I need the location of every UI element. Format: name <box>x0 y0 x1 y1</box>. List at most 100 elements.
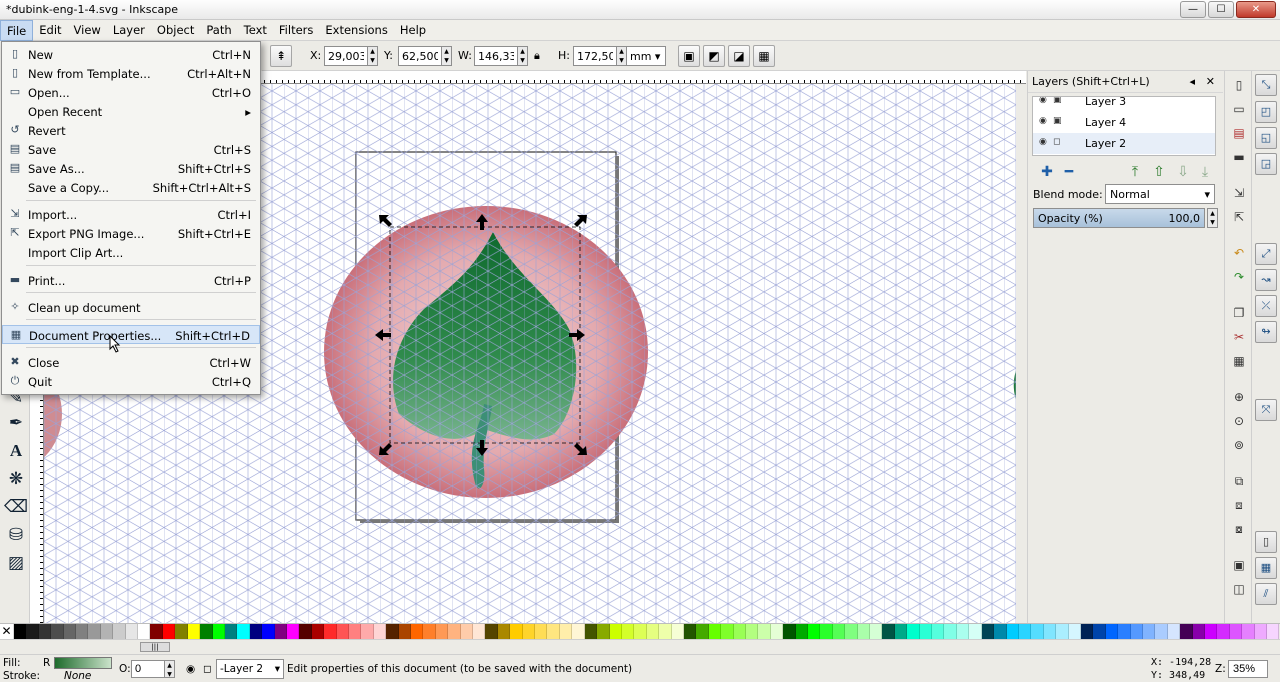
lock-icon[interactable]: ▣ <box>1053 97 1062 105</box>
color-swatch[interactable] <box>14 624 27 640</box>
w-spinner[interactable]: ▲ ▼ <box>517 46 528 66</box>
color-swatch[interactable] <box>1105 624 1119 640</box>
color-swatch[interactable] <box>138 624 151 640</box>
pen-tool-icon[interactable]: ✒ <box>4 411 28 435</box>
raise-layer-to-top-icon[interactable]: ⤒ <box>1126 163 1144 181</box>
color-swatch[interactable] <box>187 624 201 640</box>
import-icon[interactable]: ⇲ <box>1229 183 1249 203</box>
file-menu-item[interactable]: ▤ Save Ctrl+S <box>2 140 260 159</box>
y-spinner[interactable]: ▲ ▼ <box>441 46 452 66</box>
close-window-button[interactable]: ✕ <box>1236 1 1276 18</box>
layer-row[interactable]: ◉ ◻ Layer 2 <box>1033 133 1215 154</box>
color-swatch[interactable] <box>1180 624 1193 640</box>
color-swatch[interactable] <box>758 624 771 640</box>
color-swatch[interactable] <box>584 624 598 640</box>
clone-icon[interactable]: ⧈ <box>1229 495 1249 515</box>
color-swatch[interactable] <box>224 624 238 640</box>
fill-swatch[interactable] <box>54 657 112 669</box>
opacity-spinner[interactable]: ▲ ▼ <box>1207 208 1218 228</box>
move-patterns-icon[interactable]: ▦ <box>753 45 775 67</box>
color-swatch[interactable] <box>1205 624 1218 640</box>
horizontal-scrollbar[interactable]: ||| <box>0 639 1280 654</box>
color-swatch[interactable] <box>535 624 548 640</box>
raise-to-top-icon[interactable]: ⇞ <box>270 45 292 67</box>
group-icon[interactable]: ▣ <box>1229 555 1249 575</box>
color-swatch[interactable] <box>175 624 188 640</box>
eye-icon[interactable]: ◉ <box>1039 116 1047 126</box>
color-swatch[interactable] <box>1192 624 1205 640</box>
zoom-page-icon[interactable]: ⊚ <box>1229 435 1249 455</box>
text-tool-icon[interactable]: A <box>4 439 28 463</box>
snap-intersections-icon[interactable]: ⤫ <box>1255 295 1277 317</box>
layer-row[interactable]: ◉ ▣ Layer 4 <box>1033 112 1215 133</box>
menu-filters[interactable]: Filters <box>273 20 319 41</box>
menu-object[interactable]: Object <box>151 20 200 41</box>
color-swatch[interactable] <box>125 624 139 640</box>
color-swatch[interactable] <box>299 624 312 640</box>
unit-select[interactable]: mm ▾ <box>626 46 666 66</box>
blend-mode-select[interactable]: Normal ▾ <box>1105 184 1215 204</box>
color-swatch[interactable] <box>894 624 908 640</box>
color-swatch[interactable] <box>907 624 920 640</box>
color-swatch[interactable] <box>646 624 660 640</box>
eye-icon[interactable]: ◉ <box>186 663 195 675</box>
menu-extensions[interactable]: Extensions <box>319 20 393 41</box>
color-swatch[interactable] <box>51 624 64 640</box>
color-swatch[interactable] <box>659 624 672 640</box>
ungroup-icon[interactable]: ◫ <box>1229 579 1249 599</box>
file-menu-item[interactable]: ▯ New from Template... Ctrl+Alt+N <box>2 64 260 83</box>
file-menu-item[interactable]: ▬ Print... Ctrl+P <box>2 271 260 290</box>
color-swatch[interactable] <box>386 624 399 640</box>
color-swatch[interactable] <box>745 624 759 640</box>
color-swatch[interactable] <box>262 624 275 640</box>
color-swatch[interactable] <box>1267 624 1280 640</box>
color-swatch[interactable] <box>113 624 126 640</box>
file-menu-item[interactable]: ▦ Document Properties... Shift+Ctrl+D <box>2 325 260 344</box>
color-swatch[interactable] <box>634 624 647 640</box>
color-swatch[interactable] <box>311 624 325 640</box>
h-input[interactable] <box>573 46 617 66</box>
undo-icon[interactable]: ↶ <box>1229 243 1249 263</box>
color-swatch[interactable] <box>1130 624 1143 640</box>
x-spinner[interactable]: ▲ ▼ <box>367 46 378 66</box>
menu-layer[interactable]: Layer <box>107 20 151 41</box>
remove-layer-icon[interactable]: ━ <box>1060 163 1078 181</box>
color-swatch[interactable] <box>423 624 436 640</box>
color-swatch[interactable] <box>1031 624 1044 640</box>
snap-bbox-icon[interactable]: ◰ <box>1255 101 1277 123</box>
color-swatch[interactable] <box>1254 624 1268 640</box>
color-swatch[interactable] <box>969 624 982 640</box>
menu-view[interactable]: View <box>68 20 107 41</box>
color-swatch[interactable] <box>435 624 449 640</box>
color-swatch[interactable] <box>932 624 945 640</box>
color-swatch[interactable] <box>708 624 722 640</box>
lock-proportions-icon[interactable]: 🔒︎ <box>534 49 540 63</box>
color-swatch[interactable] <box>63 624 77 640</box>
color-swatch[interactable] <box>398 624 411 640</box>
color-swatch[interactable] <box>783 624 796 640</box>
color-swatch[interactable] <box>485 624 498 640</box>
color-swatch[interactable] <box>460 624 474 640</box>
export-icon[interactable]: ⇱ <box>1229 207 1249 227</box>
color-swatch[interactable] <box>1056 624 1069 640</box>
color-swatch[interactable] <box>26 624 39 640</box>
color-swatch[interactable] <box>76 624 89 640</box>
snap-smooth-nodes-icon[interactable]: ↬ <box>1255 321 1277 343</box>
minimize-button[interactable]: — <box>1180 1 1206 18</box>
color-swatch[interactable] <box>1229 624 1243 640</box>
w-input[interactable] <box>474 46 518 66</box>
snap-paths-icon[interactable]: ↝ <box>1255 269 1277 291</box>
opacity-slider[interactable]: Opacity (%) 100,0 <box>1033 208 1205 228</box>
color-swatch[interactable] <box>597 624 610 640</box>
color-swatch[interactable] <box>981 624 995 640</box>
lock-icon[interactable]: ▣ <box>1053 116 1062 126</box>
color-swatch[interactable] <box>88 624 101 640</box>
color-swatch[interactable] <box>1142 624 1156 640</box>
color-swatch[interactable] <box>1006 624 1019 640</box>
menu-edit[interactable]: Edit <box>33 20 67 41</box>
color-swatch[interactable] <box>336 624 349 640</box>
color-swatch[interactable] <box>609 624 622 640</box>
color-swatch[interactable] <box>448 624 461 640</box>
zoom-input[interactable] <box>1228 660 1268 678</box>
color-swatch[interactable] <box>286 624 300 640</box>
